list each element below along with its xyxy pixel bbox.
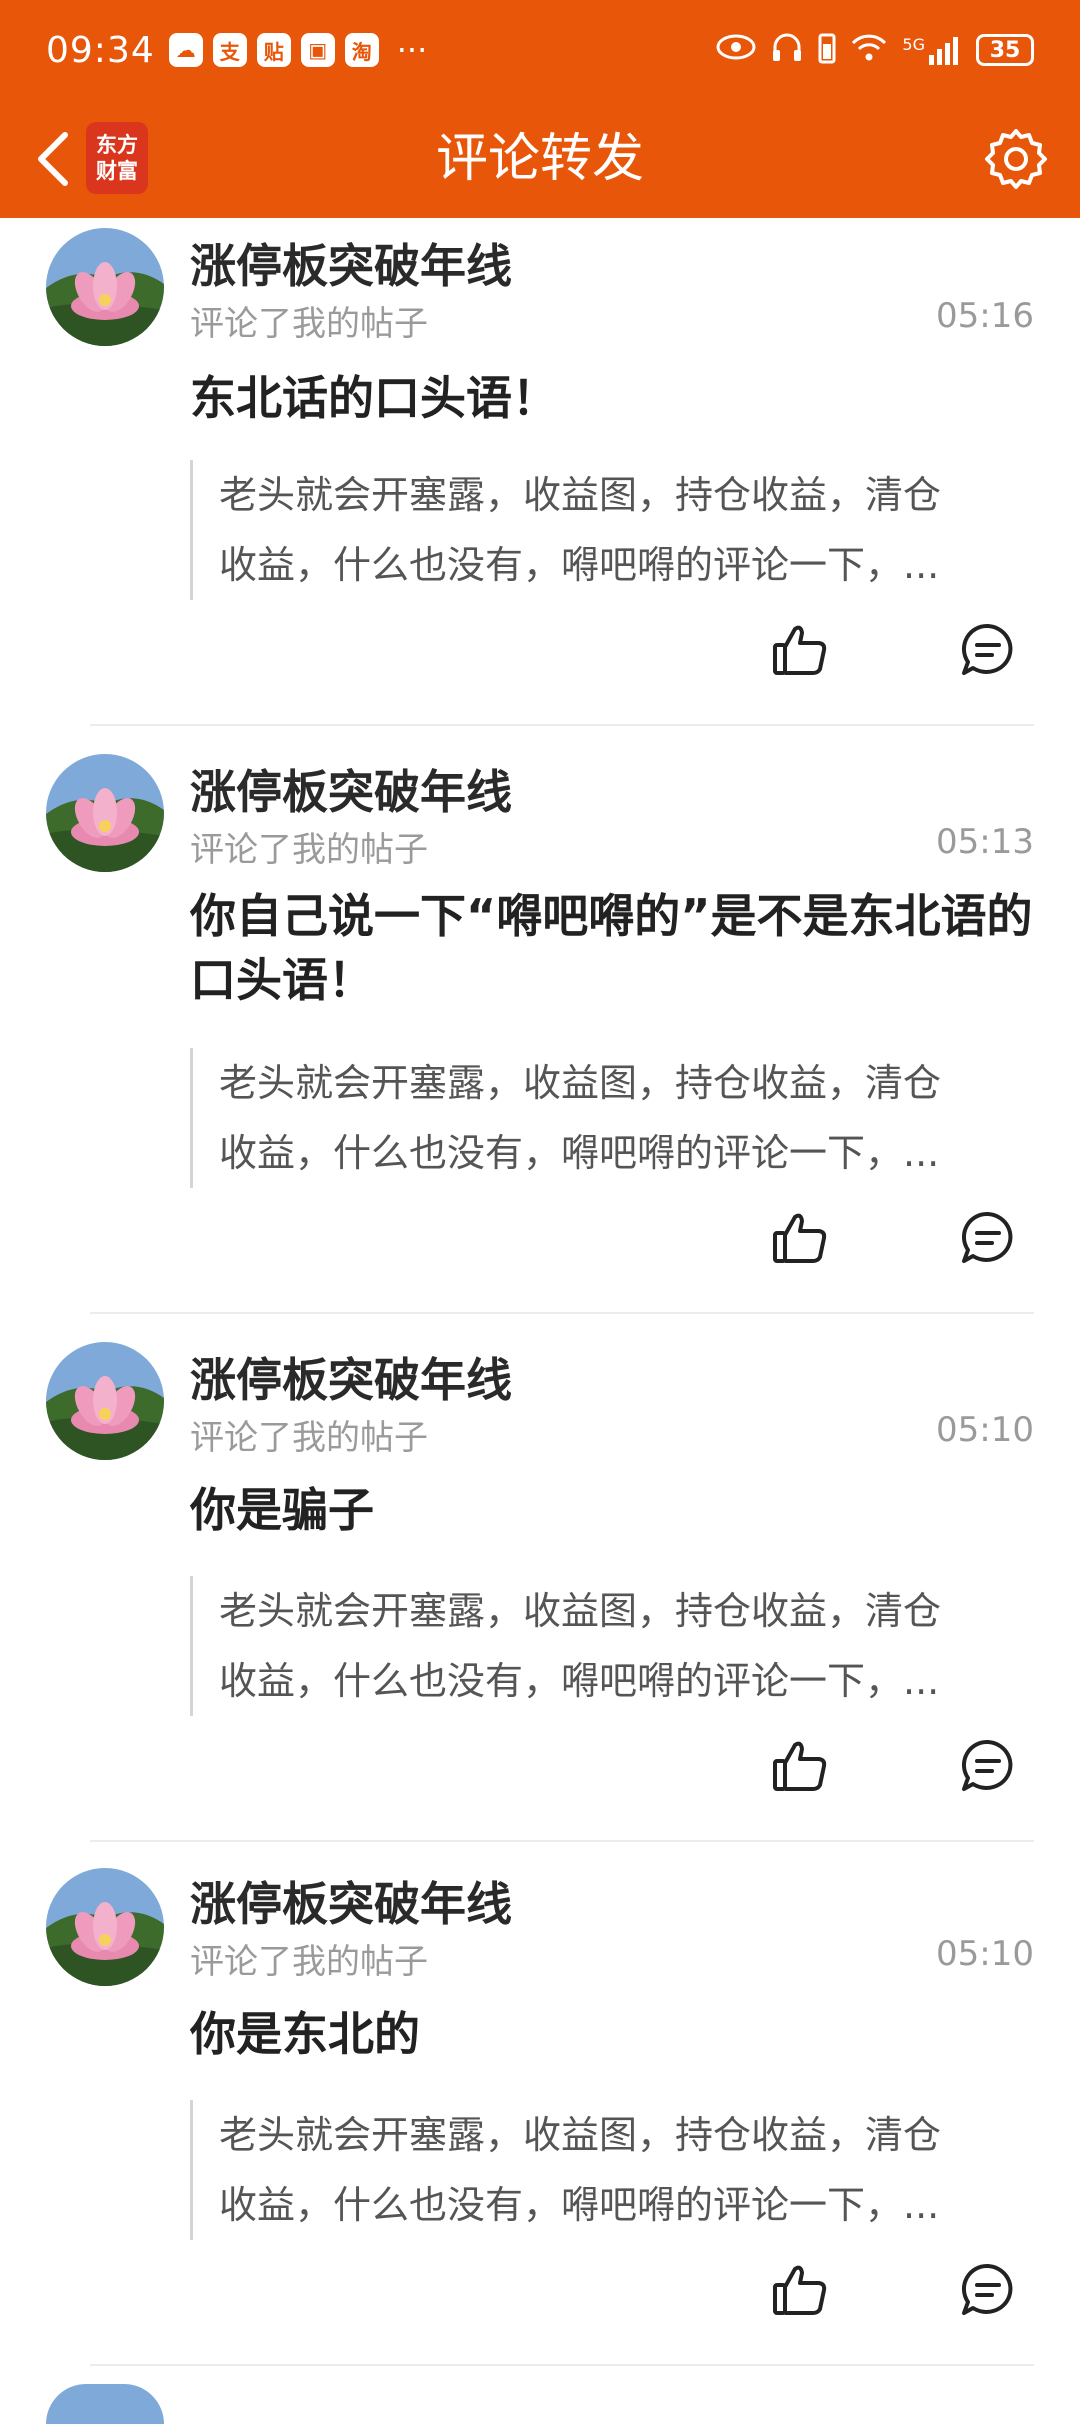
comment-feed: 涨停板突破年线 评论了我的帖子 05:16 东北话的口头语！ 老头就会开塞露，收… — [0, 218, 1080, 2424]
network-type: 5G — [902, 35, 925, 54]
avatar[interactable] — [46, 2384, 164, 2424]
top-bar: 09:34 ☁ 支 贴 ▣ 淘 ··· 5G 35 东方 财富 评论转发 — [0, 0, 1080, 218]
quoted-post[interactable]: 老头就会开塞露，收益图，持仓收益，清仓 收益，什么也没有，嘚吧嘚的评论一下，..… — [190, 1576, 1020, 1716]
eye-icon — [716, 33, 756, 68]
user-name[interactable]: 涨停板突破年线 — [190, 756, 512, 822]
comment-text[interactable]: 东北话的口头语！ — [190, 366, 1040, 430]
status-right: 5G 35 — [716, 30, 1034, 71]
lotus-avatar-image — [46, 228, 164, 346]
avatar[interactable] — [46, 754, 164, 872]
quote-line: 收益，什么也没有，嘚吧嘚的评论一下，... — [219, 2183, 940, 2227]
phone-battery-icon — [818, 30, 836, 71]
comment-bubble-icon — [962, 623, 1013, 675]
lotus-avatar-image — [46, 754, 164, 872]
quote-line: 老头就会开塞露，收益图，持仓收益，清仓 — [219, 2113, 942, 2157]
divider — [90, 2364, 1034, 2366]
avatar[interactable] — [46, 228, 164, 346]
timestamp: 05:13 — [936, 822, 1034, 862]
thumbs-up-icon — [773, 1741, 827, 1791]
wifi-icon — [850, 32, 888, 69]
reply-button[interactable] — [956, 1734, 1020, 1798]
user-name[interactable]: 涨停板突破年线 — [190, 1868, 512, 1934]
chevron-left-icon — [38, 132, 68, 186]
lotus-avatar-image — [46, 2384, 164, 2424]
quote-line: 收益，什么也没有，嘚吧嘚的评论一下，... — [219, 1659, 940, 1703]
list-item[interactable]: 涨停板突破年线 评论了我的帖子 05:10 你是骗子 老头就会开塞露，收益图，持… — [0, 1332, 1080, 1858]
reply-button[interactable] — [956, 1206, 1020, 1270]
thumbs-up-icon — [773, 1213, 827, 1263]
status-bar: 09:34 ☁ 支 贴 ▣ 淘 ··· 5G 35 — [0, 0, 1080, 100]
headphones-icon — [770, 30, 804, 71]
quote-line: 老头就会开塞露，收益图，持仓收益，清仓 — [219, 473, 942, 517]
comment-text[interactable]: 你自己说一下“嘚吧嘚的”是不是东北语的口头语！ — [190, 884, 1040, 1012]
taobao-icon: 淘 — [344, 33, 379, 67]
brand-line-2: 财富 — [96, 159, 138, 183]
brand-line-1: 东方 — [96, 133, 138, 157]
lotus-avatar-image — [46, 1342, 164, 1460]
list-item[interactable] — [0, 2384, 1080, 2424]
like-button[interactable] — [768, 618, 832, 682]
settings-button[interactable] — [978, 122, 1054, 198]
more-dots-icon: ··· — [396, 31, 428, 69]
action-text: 评论了我的帖子 — [190, 1942, 428, 1982]
divider — [90, 724, 1034, 726]
reply-button[interactable] — [956, 2258, 1020, 2322]
like-button[interactable] — [768, 1734, 832, 1798]
signal-icon: 5G — [902, 35, 962, 65]
back-button[interactable] — [18, 122, 88, 196]
comment-bubble-icon — [962, 1739, 1013, 1791]
battery-indicator: 35 — [976, 34, 1034, 66]
comment-bubble-icon — [962, 2263, 1013, 2315]
quoted-post[interactable]: 老头就会开塞露，收益图，持仓收益，清仓 收益，什么也没有，嘚吧嘚的评论一下，..… — [190, 2100, 1020, 2240]
gear-icon — [985, 129, 1047, 189]
avatar[interactable] — [46, 1342, 164, 1460]
comment-text[interactable]: 你是东北的 — [190, 2002, 1040, 2066]
avatar[interactable] — [46, 1868, 164, 1986]
quote-line: 老头就会开塞露，收益图，持仓收益，清仓 — [219, 1061, 942, 1105]
divider — [90, 1312, 1034, 1314]
timestamp: 05:10 — [936, 1934, 1034, 1974]
list-item[interactable]: 涨停板突破年线 评论了我的帖子 05:16 东北话的口头语！ 老头就会开塞露，收… — [0, 218, 1080, 744]
nav-bar: 东方 财富 评论转发 — [0, 100, 1080, 218]
status-time: 09:34 — [46, 29, 155, 71]
alipay-icon: 支 — [212, 33, 247, 67]
like-button[interactable] — [768, 2258, 832, 2322]
quoted-post[interactable]: 老头就会开塞露，收益图，持仓收益，清仓 收益，什么也没有，嘚吧嘚的评论一下，..… — [190, 460, 1020, 600]
brand-logo[interactable]: 东方 财富 — [86, 122, 148, 194]
photo-icon: ▣ — [300, 33, 335, 67]
quote-line: 收益，什么也没有，嘚吧嘚的评论一下，... — [219, 1131, 940, 1175]
tieba-icon: 贴 — [256, 33, 291, 67]
user-name[interactable]: 涨停板突破年线 — [190, 1344, 512, 1410]
list-item[interactable]: 涨停板突破年线 评论了我的帖子 05:13 你自己说一下“嘚吧嘚的”是不是东北语… — [0, 744, 1080, 1332]
lotus-avatar-image — [46, 1868, 164, 1986]
user-name[interactable]: 涨停板突破年线 — [190, 230, 512, 296]
like-button[interactable] — [768, 1206, 832, 1270]
thumbs-up-icon — [773, 2265, 827, 2315]
list-item[interactable]: 涨停板突破年线 评论了我的帖子 05:10 你是东北的 老头就会开塞露，收益图，… — [0, 1858, 1080, 2384]
status-app-icons: ☁ 支 贴 ▣ 淘 ··· — [168, 31, 428, 69]
divider — [90, 1840, 1034, 1842]
quote-line: 收益，什么也没有，嘚吧嘚的评论一下，... — [219, 543, 940, 587]
comment-bubble-icon — [962, 1211, 1013, 1263]
page-title: 评论转发 — [435, 129, 644, 189]
reply-button[interactable] — [956, 618, 1020, 682]
timestamp: 05:10 — [936, 1410, 1034, 1450]
action-text: 评论了我的帖子 — [190, 1418, 428, 1458]
cloud-icon: ☁ — [168, 33, 203, 67]
quote-line: 老头就会开塞露，收益图，持仓收益，清仓 — [219, 1589, 942, 1633]
action-text: 评论了我的帖子 — [190, 304, 428, 344]
timestamp: 05:16 — [936, 296, 1034, 336]
thumbs-up-icon — [773, 625, 827, 675]
action-text: 评论了我的帖子 — [190, 830, 428, 870]
comment-text[interactable]: 你是骗子 — [190, 1478, 1040, 1542]
quoted-post[interactable]: 老头就会开塞露，收益图，持仓收益，清仓 收益，什么也没有，嘚吧嘚的评论一下，..… — [190, 1048, 1020, 1188]
